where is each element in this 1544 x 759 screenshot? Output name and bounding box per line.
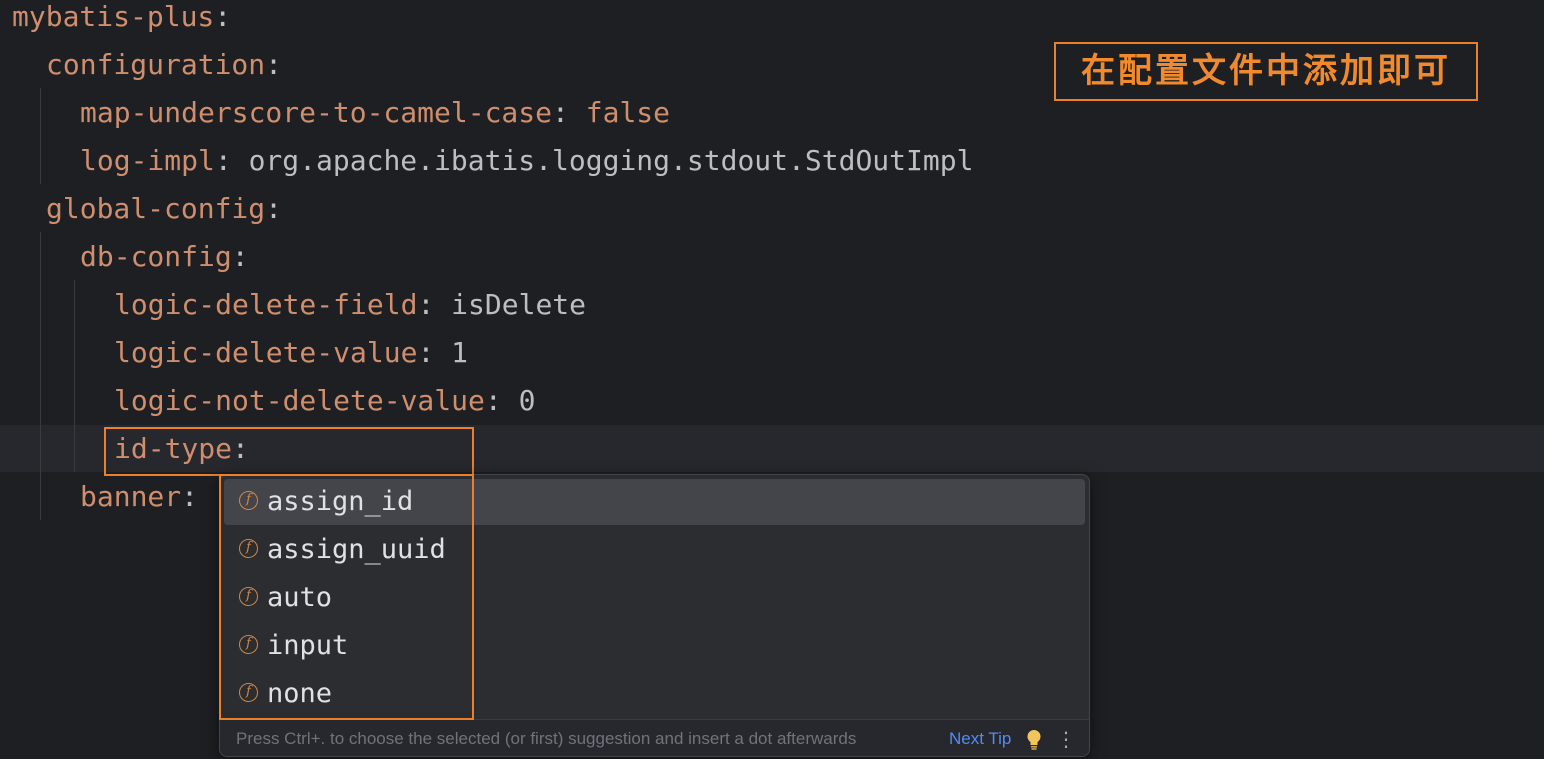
suggestions-highlight-box	[219, 474, 474, 720]
code-line-logic-delete-value[interactable]: logic-delete-value: 1	[114, 329, 468, 377]
yaml-value: false	[585, 96, 671, 129]
yaml-colon: :	[214, 0, 232, 33]
annotation-note: 在配置文件中添加即可	[1054, 42, 1478, 101]
yaml-editor[interactable]: mybatis-plus: configuration: map-undersc…	[0, 0, 1544, 759]
yaml-key: global-config	[46, 192, 266, 225]
yaml-colon: :	[417, 288, 452, 321]
yaml-key: logic-delete-value	[114, 336, 418, 369]
yaml-colon: :	[552, 96, 586, 129]
code-line-db-config[interactable]: db-config:	[80, 233, 249, 281]
yaml-value: org.apache.ibatis.logging.stdout.StdOutI…	[248, 144, 974, 177]
indent-guide	[40, 88, 41, 184]
yaml-key: configuration	[46, 48, 266, 81]
completion-hint: Press Ctrl+. to choose the selected (or …	[236, 729, 857, 748]
yaml-key: db-config	[80, 240, 232, 273]
yaml-key: map-underscore-to-camel-case	[80, 96, 553, 129]
id-type-highlight-box	[104, 427, 474, 476]
yaml-key: logic-not-delete-value	[114, 384, 485, 417]
yaml-key: banner	[80, 480, 182, 513]
code-line-logic-not-delete-value[interactable]: logic-not-delete-value: 0	[114, 377, 535, 425]
yaml-value: isDelete	[451, 288, 587, 321]
yaml-colon: :	[265, 192, 283, 225]
yaml-colon: :	[484, 384, 519, 417]
yaml-key: mybatis-plus	[12, 0, 215, 33]
next-tip-link[interactable]: Next Tip	[949, 720, 1011, 756]
code-line-mybatis-plus[interactable]: mybatis-plus:	[12, 0, 231, 41]
lightbulb-icon	[1027, 730, 1041, 750]
indent-guide	[74, 280, 75, 472]
code-line-configuration[interactable]: configuration:	[46, 41, 282, 89]
code-line-map-underscore[interactable]: map-underscore-to-camel-case: false	[80, 89, 670, 137]
yaml-colon: :	[417, 336, 452, 369]
completion-footer: Press Ctrl+. to choose the selected (or …	[220, 719, 1089, 756]
yaml-colon: :	[214, 144, 249, 177]
code-line-banner[interactable]: banner:	[80, 473, 215, 521]
code-line-log-impl[interactable]: log-impl: org.apache.ibatis.logging.stdo…	[80, 137, 973, 185]
yaml-colon: :	[181, 480, 215, 513]
indent-guide	[40, 232, 41, 520]
yaml-colon: :	[265, 48, 283, 81]
code-line-logic-delete-field[interactable]: logic-delete-field: isDelete	[114, 281, 586, 329]
code-line-global-config[interactable]: global-config:	[46, 185, 282, 233]
yaml-value: 0	[518, 384, 536, 417]
yaml-colon: :	[231, 240, 249, 273]
more-options-icon[interactable]: ⋮	[1056, 720, 1076, 756]
yaml-value: 1	[451, 336, 469, 369]
yaml-key: logic-delete-field	[114, 288, 418, 321]
yaml-key: log-impl	[80, 144, 215, 177]
